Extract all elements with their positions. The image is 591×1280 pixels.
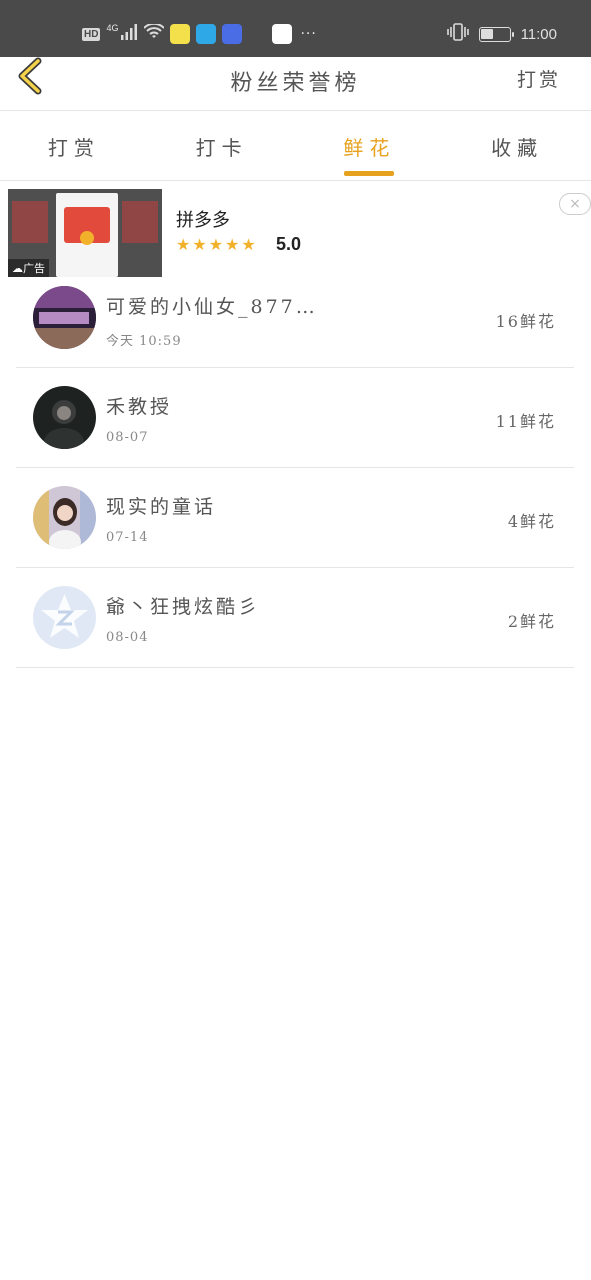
- status-bar: HD 4G ··· 11:00: [0, 0, 591, 57]
- flower-count: 4鲜花: [507, 512, 556, 531]
- list-item[interactable]: 可爱的小仙女_877… 今天 10:59 16鲜花: [16, 268, 574, 368]
- tab-label: 鲜花: [343, 136, 396, 160]
- star-icon: ★: [225, 235, 240, 254]
- ad-image-decor: [122, 201, 158, 243]
- baidu-app-icon: [272, 24, 293, 44]
- list-item[interactable]: 现实的童话 07-14 4鲜花: [16, 468, 574, 568]
- music-app-icon: [222, 24, 243, 44]
- avatar-photo-girl: [33, 286, 96, 349]
- page-title: 粉丝荣誉榜: [230, 71, 361, 96]
- star-icon: ★: [192, 235, 207, 254]
- battery-level: [481, 29, 494, 39]
- hd-badge: HD: [82, 27, 101, 41]
- reward-button[interactable]: 打赏: [517, 65, 561, 92]
- star-icon: ★: [208, 235, 224, 254]
- avatar[interactable]: [33, 386, 96, 449]
- signal-icon: [120, 24, 138, 44]
- ad-star-rating: ★ ★ ★ ★ ★: [176, 235, 256, 254]
- ad-close-button[interactable]: ×: [559, 193, 591, 215]
- ad-rating-value: 5.0: [276, 234, 302, 254]
- status-icons-right: 11:00: [446, 23, 557, 45]
- fan-date: 08-04: [106, 630, 149, 645]
- tab-label: 打赏: [47, 136, 100, 160]
- ad-app-name: 拼多多: [176, 210, 230, 231]
- flower-count: 11鲜花: [495, 412, 556, 431]
- list-item[interactable]: 爺丶狂拽炫酷彡 08-04 2鲜花: [16, 568, 574, 668]
- star-icon: ★: [176, 235, 191, 254]
- battery-icon: [478, 26, 514, 42]
- avatar[interactable]: [33, 286, 96, 349]
- tab-label: 收藏: [491, 136, 544, 160]
- avatar[interactable]: [33, 586, 96, 649]
- fan-name: 可爱的小仙女_877…: [106, 296, 318, 318]
- close-icon: ×: [569, 196, 581, 212]
- fan-list: 可爱的小仙女_877… 今天 10:59 16鲜花 禾教授 08-07 11鲜花: [16, 268, 574, 668]
- fan-date: 08-07: [106, 430, 149, 445]
- tab-flowers[interactable]: 鲜花: [296, 112, 444, 180]
- status-icons-left: HD 4G ···: [82, 22, 317, 45]
- fan-name: 现实的童话: [106, 496, 217, 518]
- tab-reward[interactable]: 打赏: [0, 112, 148, 180]
- tab-checkin[interactable]: 打卡: [148, 112, 296, 180]
- fan-date: 今天 10:59: [106, 334, 182, 349]
- star-icon: ★: [241, 235, 256, 254]
- more-notifications-icon: ···: [300, 26, 317, 42]
- ad-image-decor: [12, 201, 48, 243]
- ad-banner[interactable]: ☁广告 拼多多 ★ ★ ★ ★ ★ 5.0 ×: [8, 189, 591, 279]
- browser-app-icon: [196, 24, 217, 44]
- avatar-photo-portrait: [33, 486, 96, 549]
- ad-image-card: [56, 193, 118, 277]
- tab-label: 打卡: [195, 136, 248, 160]
- app-notification-icon: [170, 24, 191, 44]
- tab-bar: 打赏 打卡 鲜花 收藏: [0, 112, 591, 181]
- top-bar: 粉丝荣誉榜 打赏: [0, 57, 591, 111]
- network-type: 4G: [106, 23, 119, 33]
- red-packet-button-graphic: [80, 231, 94, 245]
- flower-count: 16鲜花: [495, 312, 556, 331]
- active-tab-indicator: [344, 171, 395, 176]
- avatar[interactable]: [33, 486, 96, 549]
- wifi-icon: [143, 22, 166, 44]
- fan-name: 爺丶狂拽炫酷彡: [106, 596, 261, 618]
- ad-image: ☁广告: [8, 189, 162, 277]
- fan-date: 07-14: [106, 530, 149, 545]
- flower-count: 2鲜花: [507, 612, 556, 631]
- avatar-default-qq: [33, 586, 96, 649]
- list-item[interactable]: 禾教授 08-07 11鲜花: [16, 368, 574, 468]
- tab-favorites[interactable]: 收藏: [443, 112, 591, 180]
- clock: 11:00: [520, 25, 557, 43]
- avatar-photo-dark: [33, 386, 96, 449]
- vibrate-icon: [446, 23, 469, 45]
- fan-name: 禾教授: [106, 396, 173, 418]
